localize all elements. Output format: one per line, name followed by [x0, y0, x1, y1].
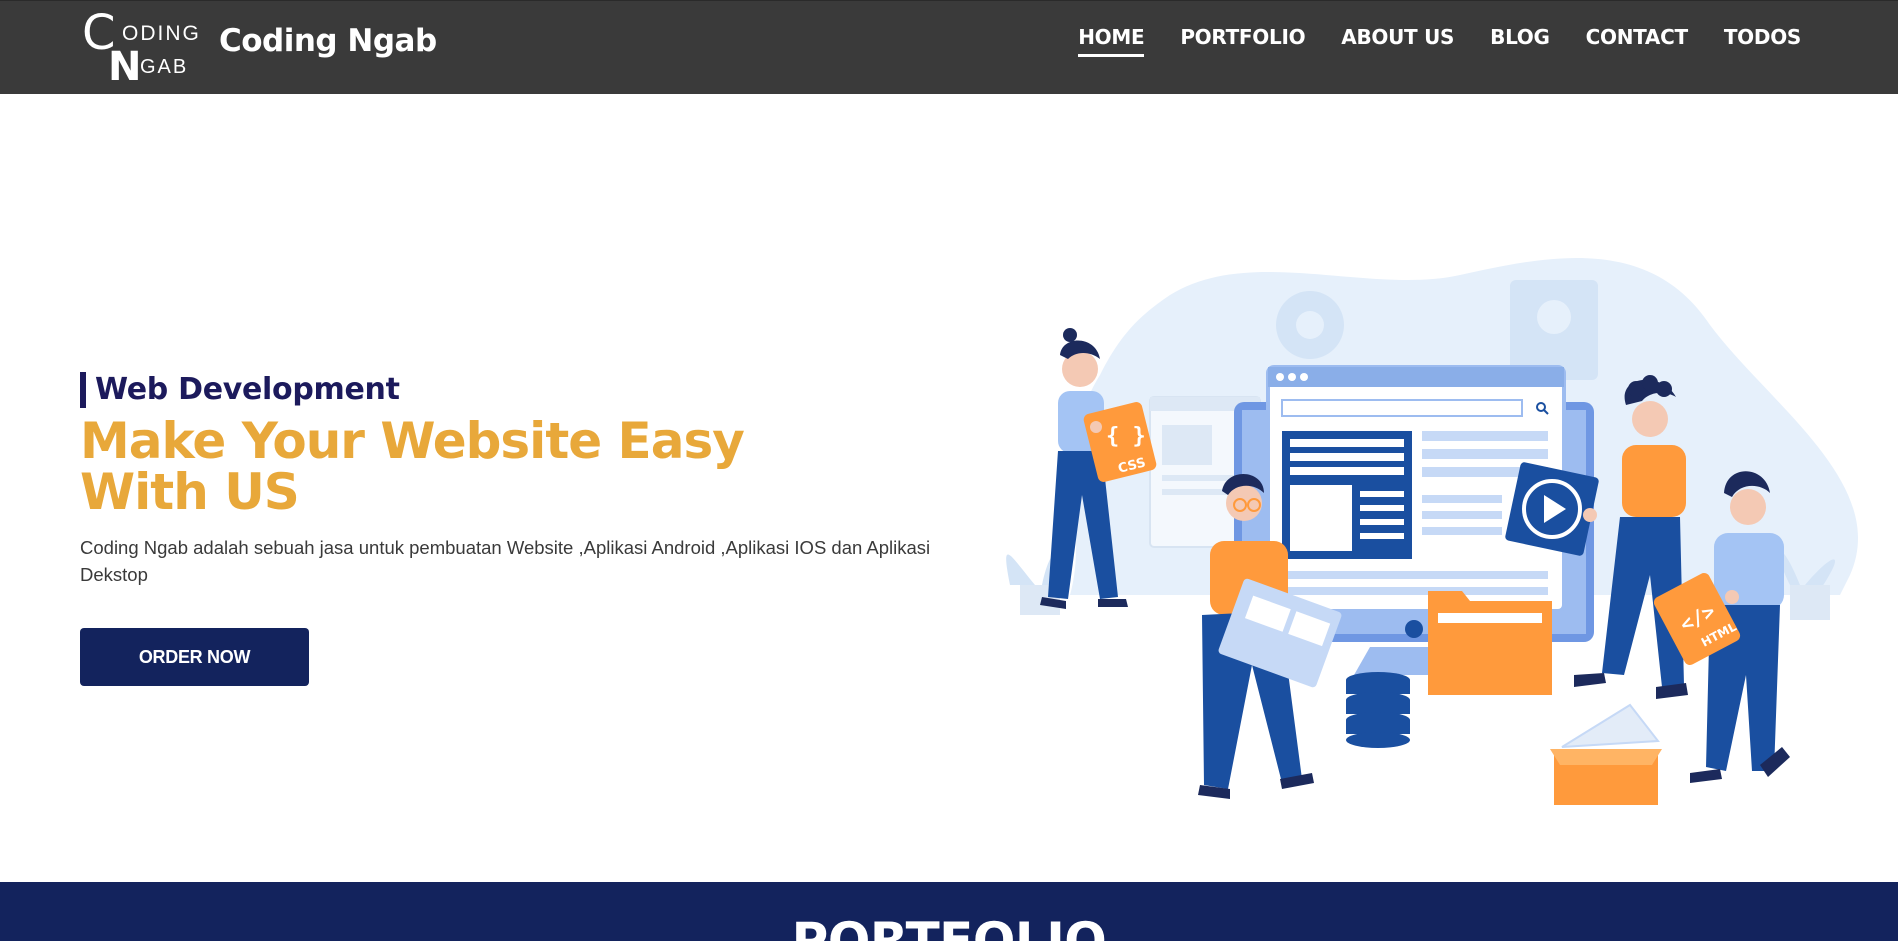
- hero-title-line2: With US: [80, 463, 300, 521]
- hero-title-line1: Make Your Website Easy: [80, 412, 745, 470]
- curly-brackets-glyph: { }: [1106, 424, 1146, 449]
- hero-title: Make Your Website Easy With US: [80, 416, 780, 518]
- nav-item-about-us[interactable]: ABOUT US: [1341, 25, 1454, 57]
- portfolio-heading: PORTFOLIO: [791, 912, 1107, 941]
- hero-description: Coding Ngab adalah sebuah jasa untuk pem…: [80, 537, 931, 585]
- hero-illustration: { } CSS </> HTML: [1006, 257, 1858, 805]
- nav-item-contact[interactable]: CONTACT: [1586, 25, 1689, 57]
- brand-name[interactable]: Coding Ngab: [219, 23, 437, 59]
- logo-text-gab: GAB: [140, 56, 189, 78]
- box-icon: [1550, 703, 1662, 805]
- logo-letter-n: N: [108, 44, 142, 90]
- logo[interactable]: C ODING N GAB: [82, 9, 206, 90]
- nav-item-blog[interactable]: BLOG: [1490, 25, 1550, 57]
- site-header: C ODING N GAB Coding Ngab HOME PORTFOLIO…: [0, 0, 1898, 94]
- order-now-button[interactable]: ORDER NOW: [80, 628, 309, 686]
- portfolio-section: PORTFOLIO: [0, 882, 1898, 941]
- logo-text-oding: ODING: [122, 22, 201, 45]
- main-nav: HOME PORTFOLIO ABOUT US BLOG CONTACT TOD…: [1042, 25, 1801, 57]
- hero-subtitle: Web Development: [80, 372, 400, 408]
- nav-item-todos[interactable]: TODOS: [1724, 25, 1801, 57]
- nav-item-portfolio[interactable]: PORTFOLIO: [1180, 25, 1305, 57]
- nav-item-home[interactable]: HOME: [1078, 25, 1145, 57]
- search-bar: [1281, 399, 1523, 417]
- folder-icon: [1428, 591, 1552, 695]
- database-icon: [1346, 672, 1410, 748]
